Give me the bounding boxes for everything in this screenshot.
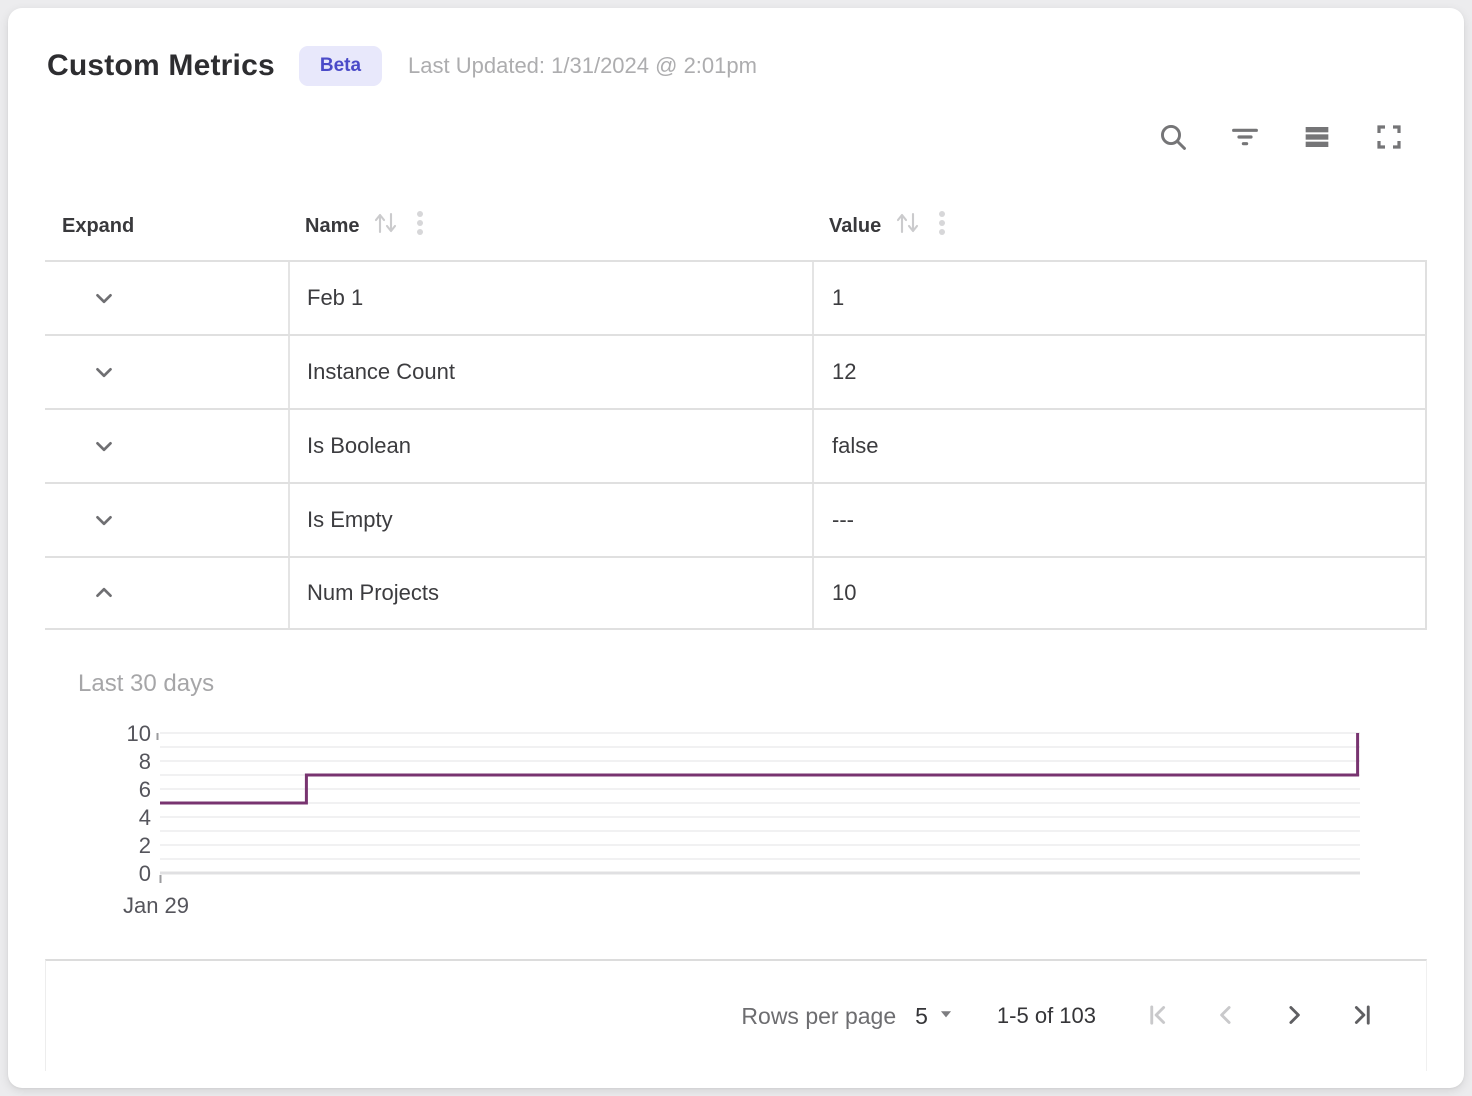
chevron-up-icon xyxy=(91,580,117,606)
density-icon xyxy=(1301,121,1333,153)
pagination-controls xyxy=(1136,994,1384,1038)
expand-row-button[interactable] xyxy=(84,426,124,466)
density-button[interactable] xyxy=(1294,114,1340,160)
sort-arrows-icon[interactable] xyxy=(372,209,399,243)
grid-toolbar xyxy=(8,114,1412,160)
value-cell: 1 xyxy=(812,262,1427,334)
value-cell: 10 xyxy=(812,558,1427,628)
filter-icon xyxy=(1229,121,1261,153)
column-label-value: Value xyxy=(829,215,881,238)
column-header-name[interactable]: Name xyxy=(288,208,812,244)
expand-cell xyxy=(45,558,288,628)
table-header-row: Expand Name Value xyxy=(45,192,1427,260)
value-cell: 12 xyxy=(812,336,1427,408)
svg-text:10: 10 xyxy=(127,721,151,746)
previous-page-button[interactable] xyxy=(1204,994,1248,1038)
table-footer: Rows per page 5 1-5 of 103 xyxy=(45,959,1427,1071)
column-label-expand: Expand xyxy=(62,215,134,238)
chevron-left-icon xyxy=(1211,1000,1241,1033)
column-header-expand: Expand xyxy=(45,215,288,238)
first-page-button[interactable] xyxy=(1136,994,1180,1038)
page-title: Custom Metrics xyxy=(47,49,275,83)
fullscreen-button[interactable] xyxy=(1366,114,1412,160)
column-menu-icon[interactable] xyxy=(414,208,426,244)
filter-button[interactable] xyxy=(1222,114,1268,160)
expand-cell xyxy=(45,410,288,482)
column-menu-icon[interactable] xyxy=(936,208,948,244)
search-icon xyxy=(1157,121,1189,153)
fullscreen-icon xyxy=(1373,121,1405,153)
table-row: Instance Count 12 xyxy=(45,334,1427,408)
collapse-row-button[interactable] xyxy=(84,573,124,613)
expand-cell xyxy=(45,484,288,556)
first-page-icon xyxy=(1143,1000,1173,1033)
last-page-icon xyxy=(1347,1000,1377,1033)
last-page-button[interactable] xyxy=(1340,994,1384,1038)
search-button[interactable] xyxy=(1150,114,1196,160)
pagination-range-label: 1-5 of 103 xyxy=(997,1003,1096,1029)
expand-row-button[interactable] xyxy=(84,500,124,540)
expanded-row-detail-panel: Last 30 days 0 2 4 6 8 10 Jan 29 xyxy=(45,630,1427,959)
beta-badge: Beta xyxy=(299,46,382,86)
expand-cell xyxy=(45,336,288,408)
card-header: Custom Metrics Beta Last Updated: 1/31/2… xyxy=(8,8,1464,86)
table-row: Is Empty --- xyxy=(45,482,1427,556)
name-cell: Feb 1 xyxy=(288,262,812,334)
name-cell: Is Empty xyxy=(288,484,812,556)
column-header-value[interactable]: Value xyxy=(812,208,1427,244)
table-row: Feb 1 1 xyxy=(45,260,1427,334)
svg-text:4: 4 xyxy=(139,805,151,830)
svg-text:Jan 29: Jan 29 xyxy=(123,893,189,918)
name-cell: Instance Count xyxy=(288,336,812,408)
caret-down-icon xyxy=(937,1005,955,1028)
chevron-right-icon xyxy=(1279,1000,1309,1033)
expand-row-button[interactable] xyxy=(84,352,124,392)
svg-text:8: 8 xyxy=(139,749,151,774)
name-cell: Num Projects xyxy=(288,558,812,628)
value-cell: false xyxy=(812,410,1427,482)
table-row: Num Projects 10 xyxy=(45,556,1427,630)
table-body: Feb 1 1 Instance Count 12 xyxy=(45,260,1427,630)
name-cell: Is Boolean xyxy=(288,410,812,482)
value-cell: --- xyxy=(812,484,1427,556)
expand-cell xyxy=(45,262,288,334)
table-row: Is Boolean false xyxy=(45,408,1427,482)
custom-metrics-table: Expand Name Value xyxy=(45,192,1427,1071)
chevron-down-icon xyxy=(91,433,117,459)
chevron-down-icon xyxy=(91,507,117,533)
last-updated-text: Last Updated: 1/31/2024 @ 2:01pm xyxy=(408,53,757,79)
rows-per-page-value[interactable]: 5 xyxy=(915,1003,928,1030)
rows-per-page-label: Rows per page xyxy=(741,1003,896,1030)
chevron-down-icon xyxy=(91,359,117,385)
rows-per-page-dropdown[interactable] xyxy=(937,1005,955,1028)
next-page-button[interactable] xyxy=(1272,994,1316,1038)
svg-text:0: 0 xyxy=(139,861,151,886)
chart-title: Last 30 days xyxy=(78,670,1427,698)
chevron-down-icon xyxy=(91,285,117,311)
custom-metrics-card: Custom Metrics Beta Last Updated: 1/31/2… xyxy=(8,8,1464,1088)
svg-text:2: 2 xyxy=(139,833,151,858)
svg-text:6: 6 xyxy=(139,777,151,802)
sort-arrows-icon[interactable] xyxy=(894,209,921,243)
expand-row-button[interactable] xyxy=(84,278,124,318)
column-label-name: Name xyxy=(305,215,359,238)
num-projects-line-chart: 0 2 4 6 8 10 Jan 29 xyxy=(78,720,1388,920)
